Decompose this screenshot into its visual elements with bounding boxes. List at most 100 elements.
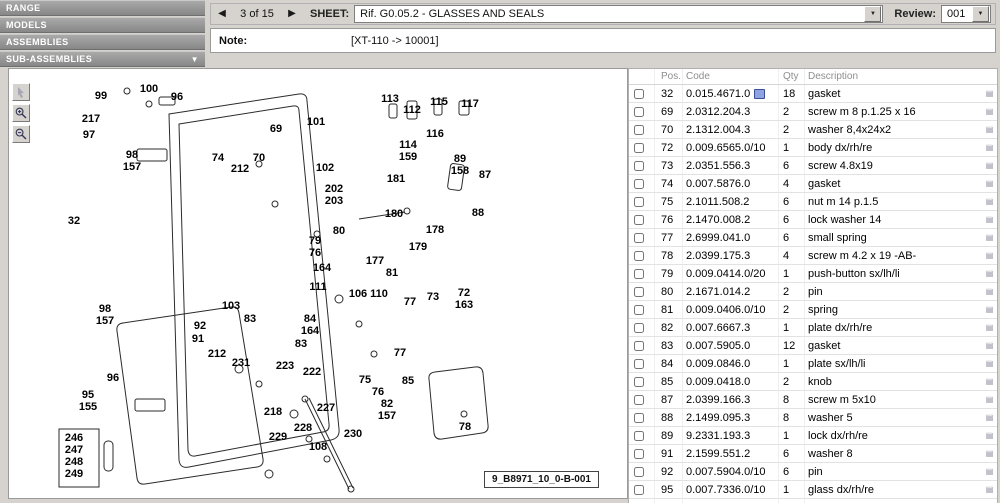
row-checkbox[interactable] — [634, 286, 644, 297]
row-checkbox[interactable] — [634, 304, 644, 315]
row-checkbox[interactable] — [634, 124, 644, 135]
part-label-227[interactable]: 227 — [317, 402, 335, 414]
row-checkbox[interactable] — [634, 196, 644, 207]
table-row[interactable]: 91 2.1599.551.2 6 washer 8 ▤ — [629, 445, 997, 463]
part-label-229[interactable]: 229 — [269, 431, 287, 443]
table-row[interactable]: 78 2.0399.175.3 4 screw m 4.2 x 19 -AB- ▤ — [629, 247, 997, 265]
row-detail-icon[interactable]: ▤ — [986, 449, 994, 458]
part-label-157[interactable]: 157 — [378, 410, 396, 422]
row-detail-icon[interactable]: ▤ — [986, 233, 994, 242]
table-row[interactable]: 74 0.007.5876.0 4 gasket ▤ — [629, 175, 997, 193]
row-detail-icon[interactable]: ▤ — [986, 413, 994, 422]
part-label-158[interactable]: 158 — [451, 165, 469, 177]
row-checkbox[interactable] — [634, 340, 644, 351]
row-detail-icon[interactable]: ▤ — [986, 197, 994, 206]
part-label-92[interactable]: 92 — [194, 320, 206, 332]
part-label-82[interactable]: 82 — [381, 398, 393, 410]
table-row[interactable]: 83 0.007.5905.0 12 gasket ▤ — [629, 337, 997, 355]
part-label-113[interactable]: 113 — [381, 93, 399, 105]
table-row[interactable]: 85 0.009.0418.0 2 knob ▤ — [629, 373, 997, 391]
row-detail-icon[interactable]: ▤ — [986, 89, 994, 98]
part-label-248[interactable]: 248 — [65, 456, 83, 468]
row-detail-icon[interactable]: ▤ — [986, 359, 994, 368]
part-label-69[interactable]: 69 — [270, 123, 282, 135]
part-label-116[interactable]: 116 — [426, 128, 444, 140]
part-label-246[interactable]: 246 — [65, 432, 83, 444]
table-row[interactable]: 76 2.1470.008.2 6 lock washer 14 ▤ — [629, 211, 997, 229]
sheet-select[interactable]: Rif. G0.05.2 - GLASSES AND SEALS ▼ — [354, 5, 884, 23]
part-label-79[interactable]: 79 — [309, 235, 321, 247]
row-checkbox[interactable] — [634, 448, 644, 459]
row-checkbox[interactable] — [634, 412, 644, 423]
table-row[interactable]: 77 2.6999.041.0 6 small spring ▤ — [629, 229, 997, 247]
part-label-203[interactable]: 203 — [325, 195, 343, 207]
part-label-181[interactable]: 181 — [387, 173, 405, 185]
table-row[interactable]: 80 2.1671.014.2 2 pin ▤ — [629, 283, 997, 301]
part-label-112[interactable]: 112 — [403, 104, 421, 116]
part-label-157[interactable]: 157 — [123, 161, 141, 173]
zoom-out-tool-button[interactable] — [12, 125, 30, 143]
part-label-110[interactable]: 110 — [370, 288, 388, 300]
row-checkbox[interactable] — [634, 160, 644, 171]
part-label-223[interactable]: 223 — [276, 360, 294, 372]
row-detail-icon[interactable]: ▤ — [986, 377, 994, 386]
part-label-103[interactable]: 103 — [222, 300, 240, 312]
part-label-100[interactable]: 100 — [140, 83, 158, 95]
part-label-164[interactable]: 164 — [313, 262, 331, 274]
row-detail-icon[interactable]: ▤ — [986, 341, 994, 350]
row-checkbox[interactable] — [634, 142, 644, 153]
part-label-87[interactable]: 87 — [479, 169, 491, 181]
part-label-163[interactable]: 163 — [455, 299, 473, 311]
part-label-217[interactable]: 217 — [82, 113, 100, 125]
part-label-164[interactable]: 164 — [301, 325, 319, 337]
pointer-tool-button[interactable] — [12, 83, 30, 101]
table-row[interactable]: 82 0.007.6667.3 1 plate dx/rh/re ▤ — [629, 319, 997, 337]
part-label-76[interactable]: 76 — [309, 247, 321, 259]
part-label-73[interactable]: 73 — [427, 291, 439, 303]
row-checkbox[interactable] — [634, 106, 644, 117]
row-detail-icon[interactable]: ▤ — [986, 161, 994, 170]
sidebar-item-sub-assemblies[interactable]: SUB-ASSEMBLIES ▼ — [0, 51, 205, 67]
row-detail-icon[interactable]: ▤ — [986, 485, 994, 494]
row-detail-icon[interactable]: ▤ — [986, 395, 994, 404]
part-label-114[interactable]: 114 — [399, 139, 417, 151]
table-row[interactable]: 69 2.0312.204.3 2 screw m 8 p.1.25 x 16 ▤ — [629, 103, 997, 121]
chevron-down-icon[interactable]: ▼ — [972, 6, 989, 22]
part-label-83[interactable]: 83 — [244, 313, 256, 325]
row-checkbox[interactable] — [634, 466, 644, 477]
part-label-106[interactable]: 106 — [349, 288, 367, 300]
table-row[interactable]: 72 0.009.6565.0/10 1 body dx/rh/re ▤ — [629, 139, 997, 157]
part-label-95[interactable]: 95 — [82, 389, 94, 401]
part-label-80[interactable]: 80 — [333, 225, 345, 237]
part-label-75[interactable]: 75 — [359, 374, 371, 386]
part-label-228[interactable]: 228 — [294, 422, 312, 434]
part-label-77[interactable]: 77 — [394, 347, 406, 359]
row-detail-icon[interactable]: ▤ — [986, 431, 994, 440]
row-detail-icon[interactable]: ▤ — [986, 305, 994, 314]
part-label-32[interactable]: 32 — [68, 215, 80, 227]
sidebar-item-range[interactable]: RANGE — [0, 0, 205, 16]
row-checkbox[interactable] — [634, 232, 644, 243]
review-select[interactable]: 001 ▼ — [941, 5, 991, 23]
row-checkbox[interactable] — [634, 214, 644, 225]
zoom-in-tool-button[interactable] — [12, 104, 30, 122]
part-label-91[interactable]: 91 — [192, 333, 204, 345]
part-label-102[interactable]: 102 — [316, 162, 334, 174]
part-label-84[interactable]: 84 — [304, 313, 316, 325]
part-label-88[interactable]: 88 — [472, 207, 484, 219]
part-label-202[interactable]: 202 — [325, 183, 343, 195]
part-label-111[interactable]: 111 — [309, 281, 326, 293]
table-row[interactable]: 73 2.0351.556.3 6 screw 4.8x19 ▤ — [629, 157, 997, 175]
row-detail-icon[interactable]: ▤ — [986, 269, 994, 278]
part-label-230[interactable]: 230 — [344, 428, 362, 440]
part-label-99[interactable]: 99 — [95, 90, 107, 102]
part-label-222[interactable]: 222 — [303, 366, 321, 378]
part-label-98[interactable]: 98 — [99, 303, 111, 315]
part-label-96[interactable]: 96 — [107, 372, 119, 384]
next-sheet-button[interactable]: ▶ — [285, 6, 299, 22]
part-label-231[interactable]: 231 — [232, 357, 250, 369]
table-row[interactable]: 32 0.015.4671.0 18 gasket ▤ — [629, 85, 997, 103]
part-label-247[interactable]: 247 — [65, 444, 83, 456]
part-label-101[interactable]: 101 — [307, 116, 325, 128]
attachment-icon[interactable] — [754, 88, 766, 99]
